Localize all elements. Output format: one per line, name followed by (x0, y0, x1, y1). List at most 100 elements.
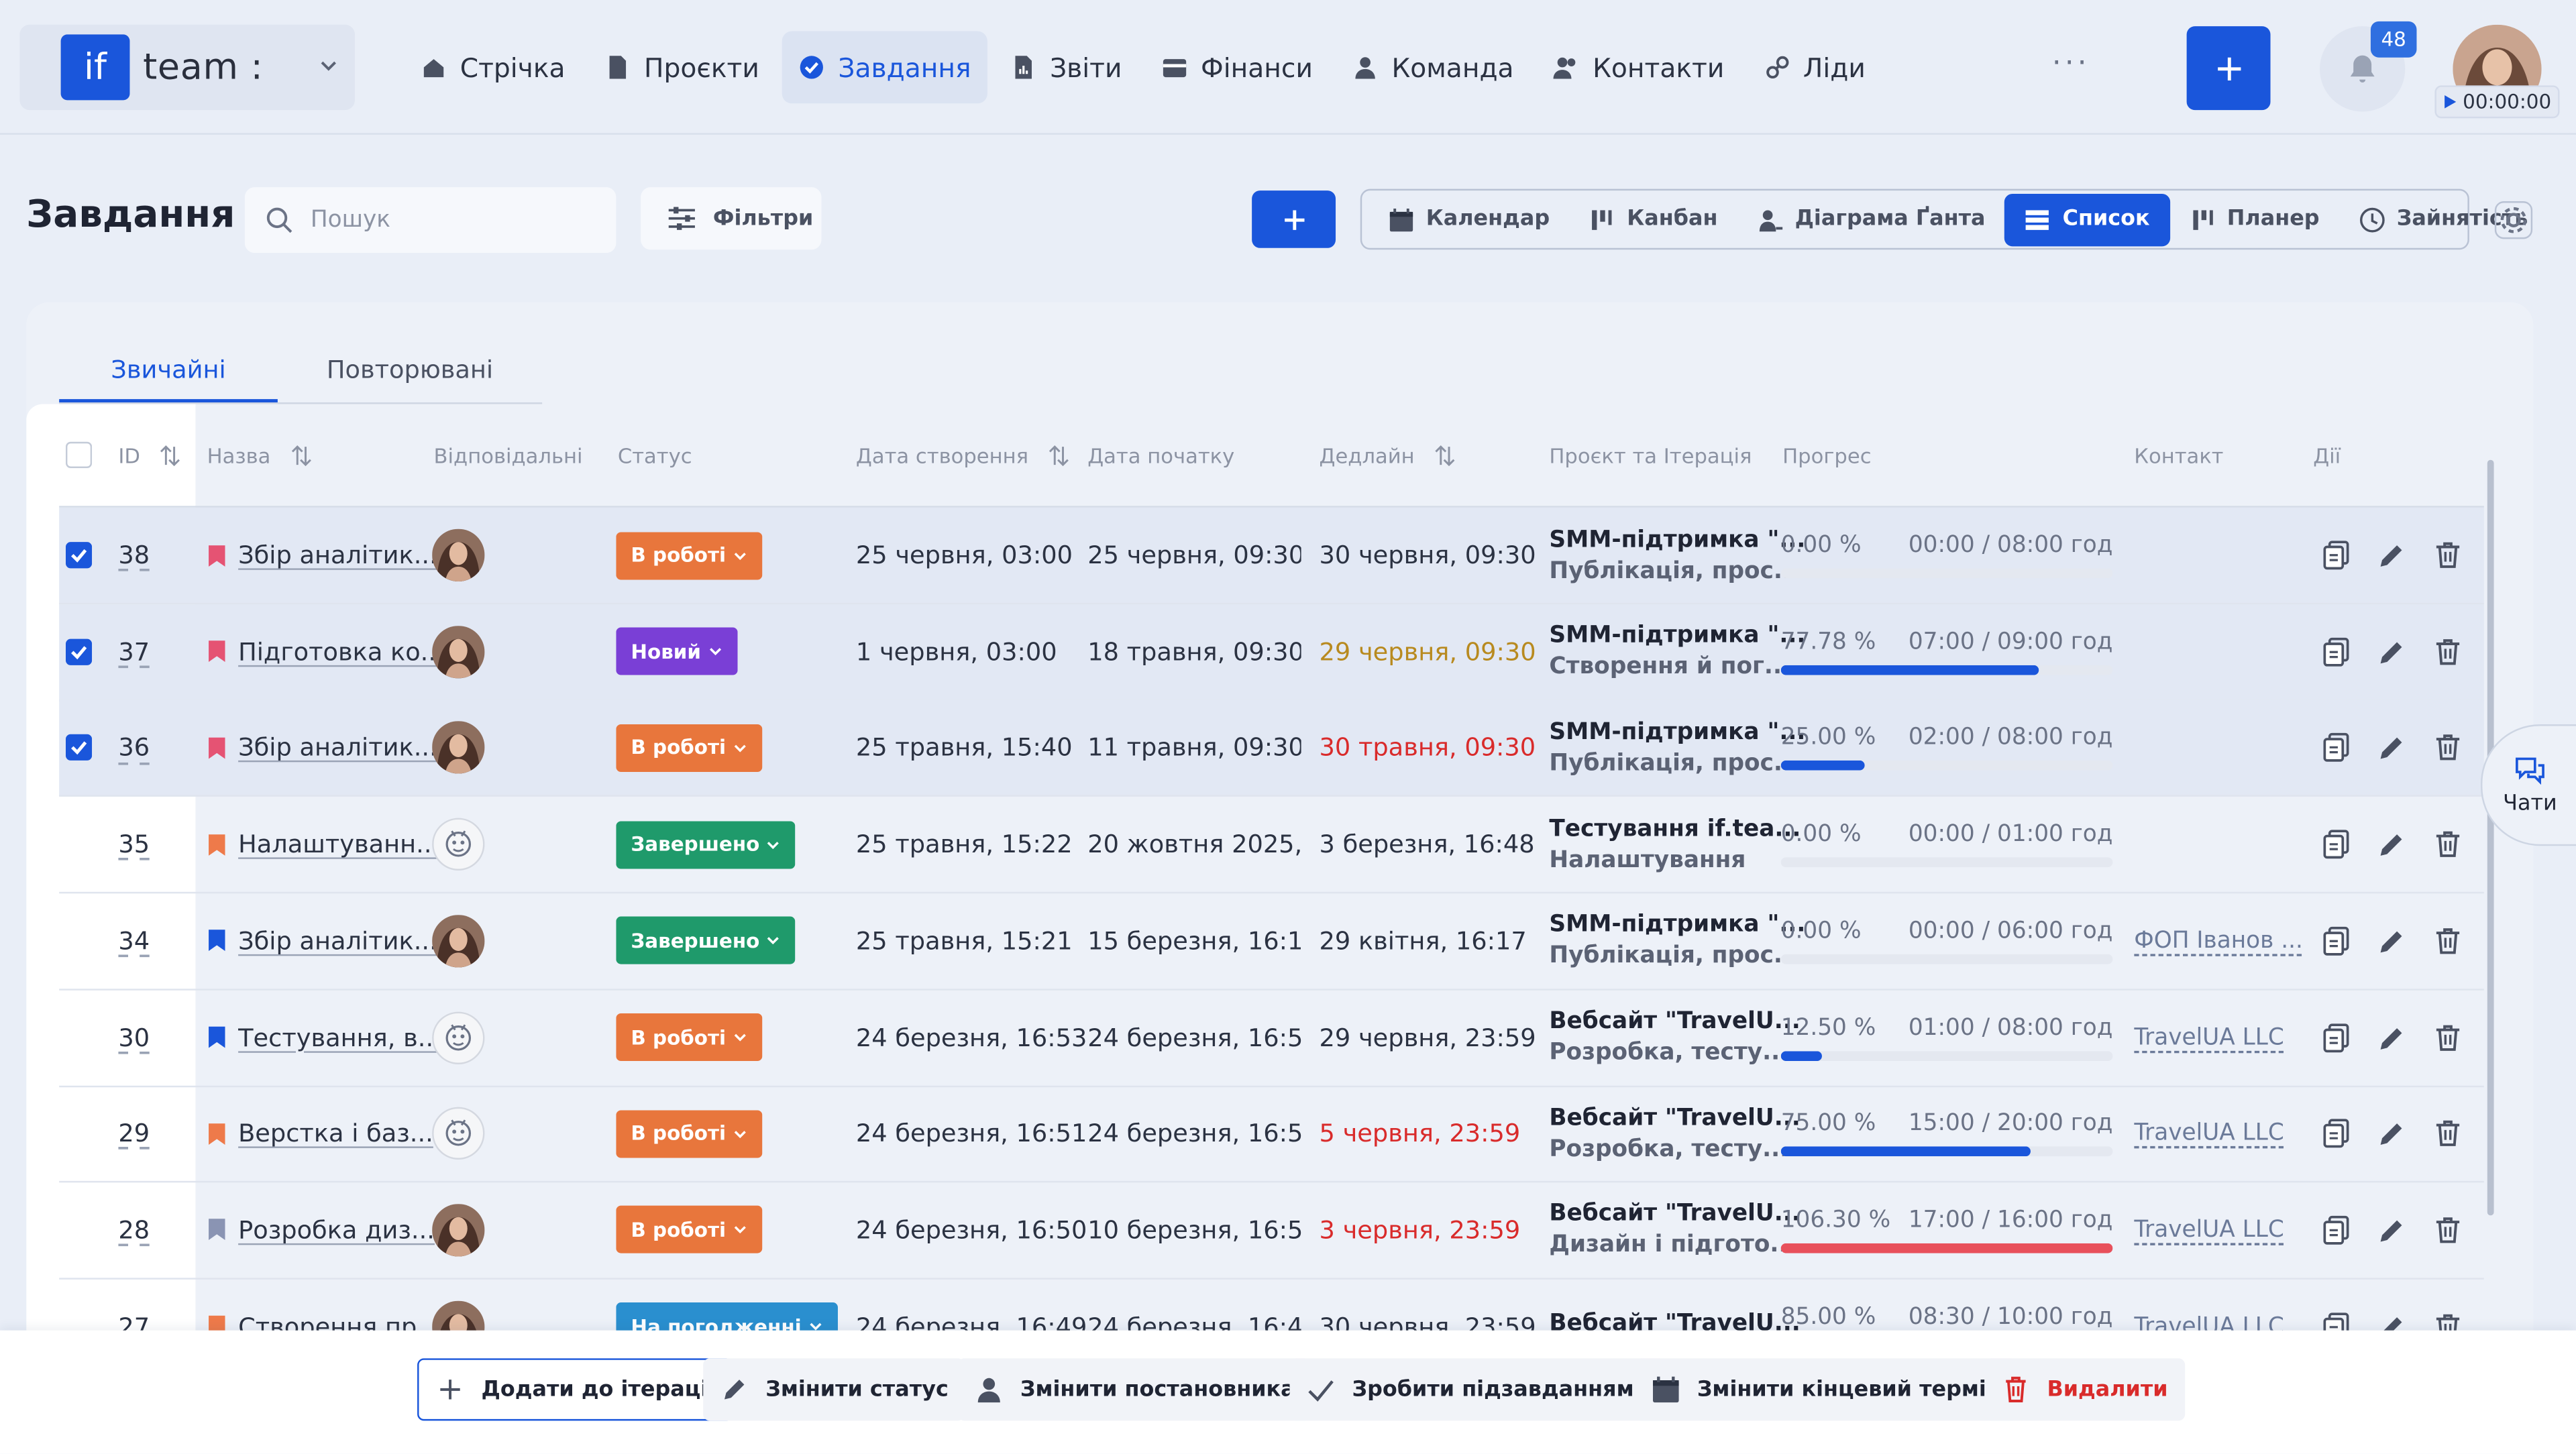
delete-icon[interactable] (2432, 1214, 2465, 1247)
task-id[interactable]: 30 (118, 1023, 150, 1052)
bulk-action-4[interactable]: Змінити кінцевий термін (1634, 1358, 2018, 1421)
iteration-name[interactable]: Дизайн і підгото... (1549, 1233, 1796, 1259)
task-name[interactable]: Розробка диз... (238, 1215, 435, 1245)
edit-icon[interactable] (2375, 1021, 2408, 1054)
add-task-button[interactable] (1252, 190, 1336, 248)
delete-icon[interactable] (2432, 732, 2465, 765)
table-row[interactable]: 27 Створення пр... На погодженні 24 бере… (59, 1279, 2484, 1334)
table-row[interactable]: 35 Налаштуванн... Завершено 25 травня, 1… (59, 797, 2484, 894)
copy-icon[interactable] (2320, 828, 2353, 861)
status-dropdown[interactable]: В роботі (616, 1206, 762, 1254)
view-1[interactable]: Канбан (1570, 193, 1737, 245)
nav-item-7[interactable]: Ліди (1748, 32, 1882, 104)
select-all-checkbox[interactable] (65, 441, 93, 468)
task-name[interactable]: Збір аналітик... (238, 733, 437, 763)
assignee-avatar[interactable] (432, 722, 485, 775)
view-3[interactable]: Список (2004, 192, 2170, 246)
assignee-avatar[interactable] (432, 1300, 485, 1334)
task-id[interactable]: 28 (118, 1215, 150, 1245)
copy-icon[interactable] (2320, 924, 2353, 957)
edit-icon[interactable] (2375, 1117, 2408, 1150)
assignee-avatar[interactable] (432, 914, 485, 967)
iteration-name[interactable]: Публікація, прос... (1549, 750, 1800, 777)
status-dropdown[interactable]: В роботі (616, 1109, 762, 1158)
task-id[interactable]: 29 (118, 1119, 150, 1148)
status-dropdown[interactable]: В роботі (616, 724, 762, 772)
contact-link[interactable]: TravelUA LLC (2134, 1217, 2284, 1243)
table-row[interactable]: 34 Збір аналітик... Завершено 25 травня,… (59, 893, 2484, 991)
edit-icon[interactable] (2375, 828, 2408, 861)
status-dropdown[interactable]: Завершено (616, 820, 796, 869)
task-name[interactable]: Верстка і баз... (238, 1119, 433, 1148)
edit-icon[interactable] (2375, 924, 2408, 957)
copy-icon[interactable] (2320, 1021, 2353, 1054)
bulk-action-3[interactable]: Зробити підзавданнями (1289, 1358, 1666, 1421)
edit-icon[interactable] (2375, 732, 2408, 765)
assignee-avatar[interactable] (432, 1107, 485, 1160)
delete-icon[interactable] (2432, 635, 2465, 668)
status-dropdown[interactable]: Завершено (616, 917, 796, 965)
iteration-name[interactable]: Публікація, прос... (1549, 557, 1800, 583)
search-box[interactable] (244, 187, 616, 254)
task-name[interactable]: Налаштуванн... (238, 830, 439, 859)
iteration-name[interactable]: Створення й пог... (1549, 654, 1790, 680)
edit-icon[interactable] (2375, 539, 2408, 571)
task-name[interactable]: Збір аналітик... (238, 926, 437, 956)
task-name[interactable]: Збір аналітик... (238, 541, 437, 570)
global-add-button[interactable] (2186, 26, 2271, 111)
nav-item-5[interactable]: Команда (1336, 32, 1530, 104)
row-checkbox[interactable] (65, 734, 93, 761)
copy-icon[interactable] (2320, 732, 2353, 765)
project-name[interactable]: Вебсайт "TravelU... (1549, 1201, 1800, 1227)
sort-icon[interactable] (1048, 444, 1069, 465)
assignee-avatar[interactable] (432, 1203, 485, 1257)
contact-link[interactable]: TravelUA LLC (2134, 1024, 2284, 1050)
table-row[interactable]: 38 Збір аналітик... В роботі 25 червня, … (59, 507, 2484, 605)
view-4[interactable]: Планер (2169, 193, 2339, 245)
copy-icon[interactable] (2320, 635, 2353, 668)
delete-icon[interactable] (2432, 828, 2465, 861)
table-row[interactable]: 29 Верстка і баз... В роботі 24 березня,… (59, 1086, 2484, 1183)
sort-icon[interactable] (160, 444, 181, 465)
copy-icon[interactable] (2320, 1117, 2353, 1150)
workspace-switcher[interactable]: if team : (19, 24, 355, 111)
task-name[interactable]: Підготовка ко... (238, 636, 444, 666)
table-row[interactable]: 36 Збір аналітик... В роботі 25 травня, … (59, 700, 2484, 797)
iteration-name[interactable]: Налаштування (1549, 847, 1746, 873)
project-name[interactable]: SMM-підтримка "... (1549, 623, 1805, 649)
filters-button[interactable]: Фільтри (641, 187, 822, 250)
time-tracker[interactable]: 00:00:00 (2434, 85, 2560, 119)
project-name[interactable]: SMM-підтримка "... (1549, 526, 1805, 553)
project-name[interactable]: Вебсайт "TravelU... (1549, 1009, 1800, 1035)
contact-link[interactable]: TravelUA LLC (2134, 1121, 2284, 1147)
sort-icon[interactable] (1434, 444, 1456, 465)
assignee-avatar[interactable] (432, 625, 485, 678)
iteration-name[interactable]: Розробка, тесту... (1549, 1040, 1788, 1066)
table-row[interactable]: 30 Тестування, в... В роботі 24 березня,… (59, 990, 2484, 1087)
nav-item-2[interactable]: Завдання (782, 31, 988, 104)
table-row[interactable]: 37 Підготовка ко... Новий 1 червня, 03:0… (59, 604, 2484, 701)
project-name[interactable]: SMM-підтримка "... (1549, 719, 1805, 745)
task-id[interactable]: 34 (118, 926, 150, 956)
task-id[interactable]: 37 (118, 636, 150, 666)
delete-icon[interactable] (2432, 539, 2465, 571)
iteration-name[interactable]: Розробка, тесту... (1549, 1136, 1788, 1162)
bulk-action-0[interactable]: Додати до ітерації (417, 1358, 734, 1421)
project-name[interactable]: SMM-підтримка "... (1549, 912, 1805, 938)
status-dropdown[interactable]: В роботі (616, 1013, 762, 1062)
bulk-action-5[interactable]: Видалити (1984, 1358, 2185, 1421)
task-id[interactable]: 36 (118, 733, 150, 763)
copy-icon[interactable] (2320, 1214, 2353, 1247)
status-dropdown[interactable]: На погодженні (616, 1302, 838, 1334)
task-id[interactable]: 38 (118, 541, 150, 570)
status-dropdown[interactable]: В роботі (616, 531, 762, 579)
table-scrollbar[interactable] (2484, 443, 2498, 1229)
assignee-avatar[interactable] (432, 818, 485, 871)
row-checkbox[interactable] (65, 638, 93, 665)
nav-item-1[interactable]: Проєкти (588, 32, 776, 104)
project-name[interactable]: Вебсайт "TravelU... (1549, 1105, 1800, 1131)
nav-item-6[interactable]: Контакти (1537, 32, 1741, 104)
table-row[interactable]: 28 Розробка диз... В роботі 24 березня, … (59, 1182, 2484, 1280)
task-name[interactable]: Тестування, в... (238, 1023, 441, 1052)
task-id[interactable]: 35 (118, 830, 150, 859)
